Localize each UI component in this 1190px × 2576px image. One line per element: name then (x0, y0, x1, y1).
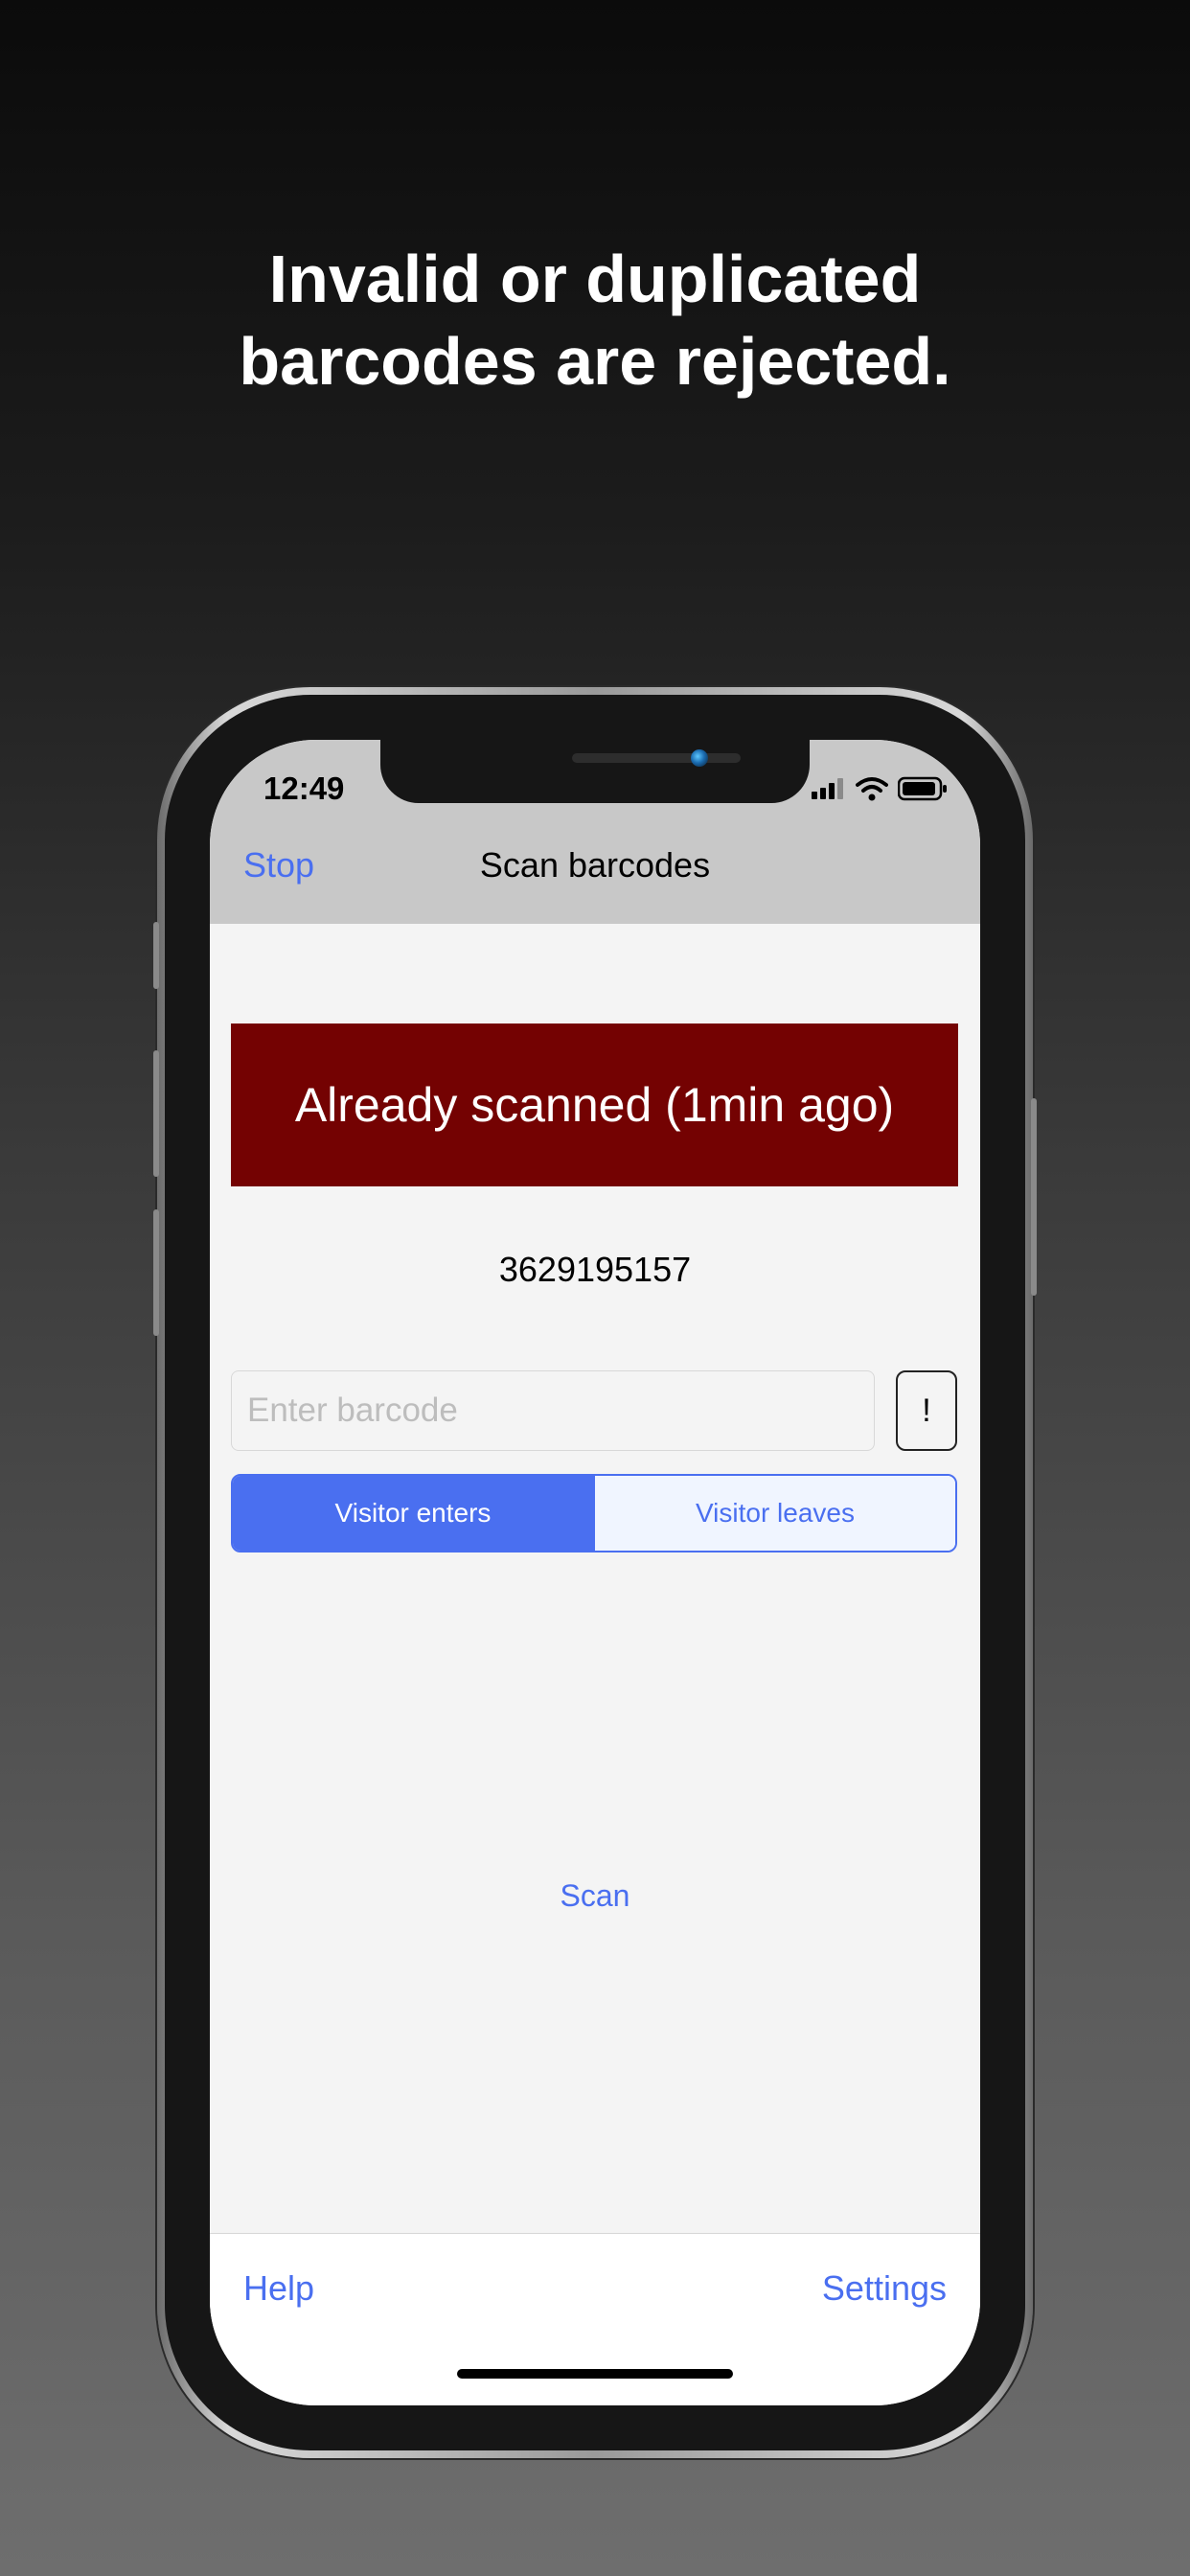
nav-title: Scan barcodes (479, 845, 711, 885)
segment-visitor-leaves[interactable]: Visitor leaves (593, 1476, 955, 1551)
silent-switch (153, 922, 159, 989)
navigation-bar: Scan barcodes Stop (210, 826, 980, 924)
earpiece-speaker (572, 753, 741, 763)
home-indicator[interactable] (457, 2369, 733, 2379)
battery-icon (898, 776, 947, 801)
cellular-signal-icon (812, 778, 843, 799)
settings-button[interactable]: Settings (822, 2268, 947, 2309)
segment-visitor-enters[interactable]: Visitor enters (233, 1476, 593, 1551)
headline: Invalid or duplicated barcodes are rejec… (0, 238, 1190, 402)
headline-line-2: barcodes are rejected. (239, 324, 951, 399)
power-button (1031, 1098, 1037, 1296)
headline-line-1: Invalid or duplicated (268, 242, 922, 316)
volume-up-button (153, 1050, 159, 1177)
scan-button[interactable]: Scan (210, 1878, 980, 1914)
phone-screen: 12:49 Scan barcodes Stop Already scanned… (210, 740, 980, 2405)
scan-result-banner: Already scanned (1min ago) (231, 1024, 958, 1186)
wifi-icon (856, 777, 888, 801)
volume-down-button (153, 1209, 159, 1336)
notch (380, 740, 810, 803)
barcode-input[interactable] (231, 1370, 875, 1451)
front-camera (691, 749, 708, 767)
status-time: 12:49 (263, 770, 345, 806)
scanned-barcode-value: 3629195157 (498, 1250, 692, 1289)
direction-segmented-control: Visitor enters Visitor leaves (231, 1474, 957, 1552)
manual-entry-button[interactable]: ! (896, 1370, 957, 1451)
help-button[interactable]: Help (243, 2268, 314, 2309)
bottom-toolbar: Help Settings (210, 2233, 980, 2405)
stop-button[interactable]: Stop (243, 845, 314, 886)
